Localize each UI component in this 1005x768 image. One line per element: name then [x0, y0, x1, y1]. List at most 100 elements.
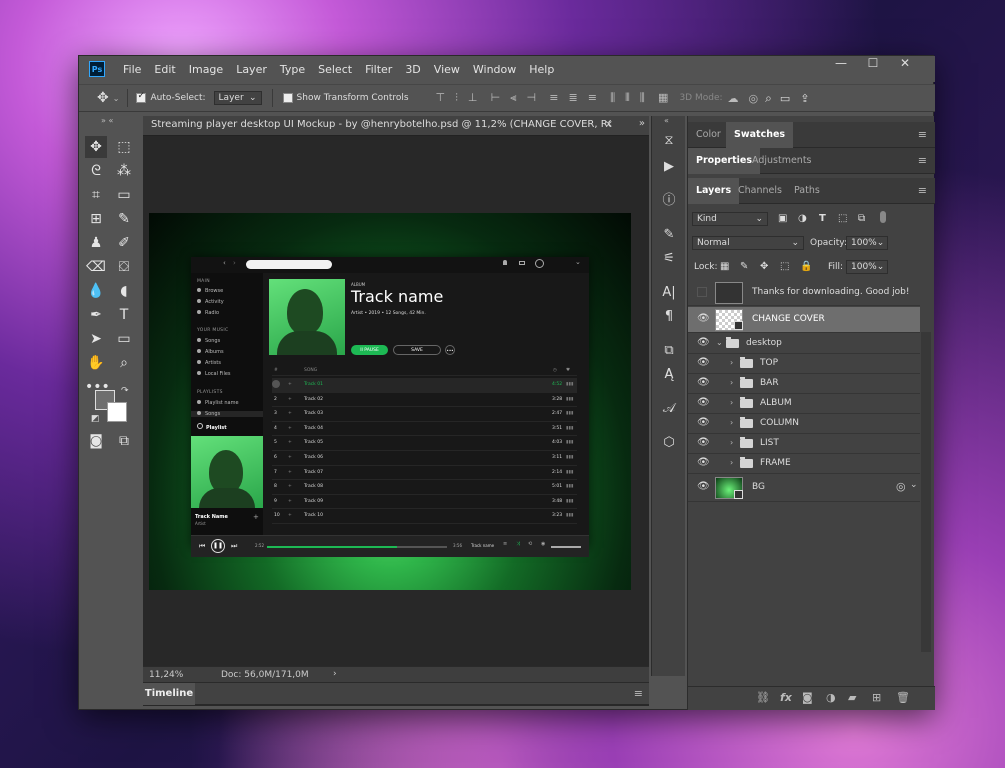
- new-layer-icon[interactable]: ⊞: [872, 691, 881, 704]
- show-transform-checkbox[interactable]: [282, 93, 293, 103]
- eye-icon[interactable]: 👁: [697, 337, 710, 348]
- chevron-down-icon[interactable]: ⌄: [910, 480, 918, 490]
- close-document-icon[interactable]: ×: [605, 119, 613, 130]
- filter-toggle-icon[interactable]: [880, 211, 886, 223]
- filter-adjustment-icon[interactable]: ◑: [798, 213, 807, 224]
- new-group-icon[interactable]: ▰: [848, 691, 856, 704]
- history-brush-tool[interactable]: ✐: [113, 232, 135, 254]
- tab-timeline[interactable]: Timeline: [143, 683, 195, 705]
- eye-icon[interactable]: 👁: [697, 357, 710, 368]
- expand-strip-icon[interactable]: «: [664, 116, 669, 125]
- distribute-bottom-icon[interactable]: ≡: [588, 91, 597, 104]
- blur-tool[interactable]: 💧: [85, 280, 107, 302]
- eye-icon[interactable]: 👁: [697, 313, 710, 324]
- brush-settings-icon[interactable]: ✎: [656, 224, 682, 246]
- lock-transparency-icon[interactable]: ▦: [720, 261, 729, 272]
- menu-edit[interactable]: Edit: [154, 63, 175, 76]
- eye-icon[interactable]: 👁: [697, 437, 710, 448]
- history-icon[interactable]: ⧖: [656, 130, 682, 152]
- menu-file[interactable]: File: [123, 63, 141, 76]
- search-icon[interactable]: ⌕: [765, 91, 772, 106]
- align-left-icon[interactable]: ⊢: [491, 91, 501, 104]
- eraser-tool[interactable]: ⌫: [85, 256, 107, 278]
- distribute-top-icon[interactable]: ≡: [549, 91, 558, 104]
- actions-play-icon[interactable]: ▶: [656, 156, 682, 178]
- menu-help[interactable]: Help: [529, 63, 554, 76]
- swap-colors-icon[interactable]: ↷: [121, 386, 129, 396]
- add-mask-icon[interactable]: ◙: [802, 691, 813, 704]
- 3d-icon[interactable]: ⬡: [656, 432, 682, 454]
- dodge-tool[interactable]: ◖: [113, 280, 135, 302]
- layer-change-cover[interactable]: 👁 CHANGE COVER: [688, 307, 920, 333]
- auto-select-dropdown[interactable]: Layer ⌄: [213, 91, 262, 105]
- lock-artboard-icon[interactable]: ⬚: [780, 261, 789, 272]
- menu-view[interactable]: View: [434, 63, 460, 76]
- character-styles-icon[interactable]: Ą: [656, 364, 682, 386]
- align-vcenter-icon[interactable]: ⫶: [455, 91, 458, 104]
- path-selection-tool[interactable]: ➤: [85, 328, 107, 350]
- panel-menu-icon[interactable]: ≡: [634, 687, 643, 700]
- menu-window[interactable]: Window: [473, 63, 516, 76]
- smart-filter-icon[interactable]: ◎: [896, 480, 906, 493]
- trash-icon[interactable]: 🗑: [896, 691, 910, 704]
- align-hcenter-icon[interactable]: ⫷: [510, 91, 516, 104]
- visibility-box[interactable]: [697, 287, 707, 297]
- character-icon[interactable]: A|: [656, 282, 682, 304]
- eye-icon[interactable]: 👁: [697, 377, 710, 388]
- menu-layer[interactable]: Layer: [236, 63, 267, 76]
- maximize-button[interactable]: ☐: [857, 56, 889, 72]
- move-tool[interactable]: ✥: [85, 136, 107, 158]
- chevron-right-icon[interactable]: ›: [730, 458, 733, 467]
- chevron-right-icon[interactable]: ›: [730, 418, 733, 427]
- eye-icon[interactable]: 👁: [697, 417, 710, 428]
- menu-filter[interactable]: Filter: [365, 63, 392, 76]
- quick-mask-icon[interactable]: ◙: [85, 430, 107, 452]
- layer-group-bar[interactable]: 👁 › BAR: [688, 374, 920, 394]
- hand-tool[interactable]: ✋: [85, 352, 107, 374]
- filter-kind-dropdown[interactable]: Kind ⌄: [692, 212, 768, 226]
- magic-wand-tool[interactable]: ⁂: [113, 160, 135, 182]
- distribute-left-icon[interactable]: ⫼: [610, 91, 615, 104]
- minimize-button[interactable]: —: [825, 56, 857, 72]
- filter-smart-object-icon[interactable]: ⧉: [858, 213, 865, 224]
- auto-select-checkbox[interactable]: [136, 91, 147, 103]
- chevron-right-icon[interactable]: ›: [730, 378, 733, 387]
- layer-group-top[interactable]: 👁 › TOP: [688, 354, 920, 374]
- lock-position-icon[interactable]: ✥: [760, 261, 768, 272]
- chevron-right-icon[interactable]: ›: [730, 438, 733, 447]
- workspace-icon[interactable]: ▭: [780, 92, 790, 105]
- layer-group-frame[interactable]: 👁 › FRAME: [688, 454, 920, 474]
- tab-channels[interactable]: Channels: [730, 178, 790, 204]
- lock-pixels-icon[interactable]: ✎: [740, 261, 748, 272]
- roll-3d-icon[interactable]: ◎: [749, 92, 759, 105]
- adjustment-layer-icon[interactable]: ◑: [826, 691, 836, 704]
- lock-all-icon[interactable]: 🔒: [800, 261, 812, 272]
- zoom-tool[interactable]: ⌕: [113, 352, 135, 374]
- orbit-3d-icon[interactable]: ☁: [728, 92, 739, 105]
- panel-menu-icon[interactable]: ≡: [918, 184, 927, 197]
- layer-group-album[interactable]: 👁 › ALBUM: [688, 394, 920, 414]
- zoom-level[interactable]: 11,24%: [149, 670, 183, 680]
- share-icon[interactable]: ⇪: [800, 92, 809, 105]
- ruler-tool[interactable]: ▭: [113, 184, 135, 206]
- fx-icon[interactable]: fx: [780, 691, 792, 704]
- default-colors-icon[interactable]: ◩: [91, 414, 100, 424]
- distribute-vcenter-icon[interactable]: ≣: [568, 91, 577, 104]
- expand-panels-icon[interactable]: »: [639, 118, 645, 129]
- close-button[interactable]: ✕: [889, 56, 921, 72]
- crop-tool[interactable]: ⌗: [85, 184, 107, 206]
- canvas[interactable]: ‹ › ⌄ MAIN Browse Activity Radio YOUR MU…: [149, 213, 631, 590]
- document-tab[interactable]: Streaming player desktop UI Mockup - by …: [143, 116, 649, 136]
- chevron-down-icon[interactable]: ⌄: [716, 338, 723, 347]
- layer-bg[interactable]: 👁 BG ◎ ⌄: [688, 474, 920, 502]
- filter-type-icon[interactable]: T: [819, 213, 826, 224]
- clone-source-icon[interactable]: ⧉: [656, 340, 682, 362]
- align-right-icon[interactable]: ⊣: [526, 91, 536, 104]
- screen-mode-icon[interactable]: ⧉: [113, 430, 135, 452]
- layers-scrollbar[interactable]: [921, 332, 931, 652]
- filter-shape-icon[interactable]: ⬚: [838, 213, 847, 224]
- align-bottom-icon[interactable]: ⊥: [468, 91, 478, 104]
- lasso-tool[interactable]: ᘓ: [85, 160, 107, 182]
- blend-mode-dropdown[interactable]: Normal ⌄: [692, 236, 804, 250]
- menu-select[interactable]: Select: [318, 63, 352, 76]
